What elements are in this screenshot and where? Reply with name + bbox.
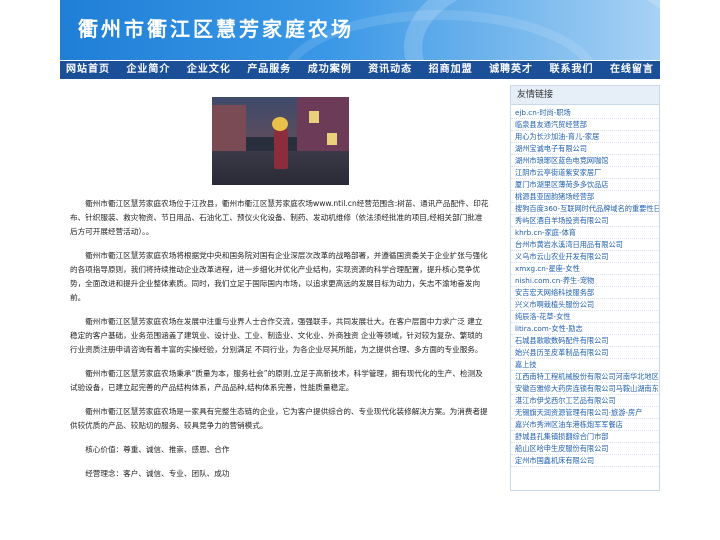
friend-link[interactable]: 嘉上技 [515, 360, 537, 369]
list-item: 湖州宝诚电子有限公司 [511, 143, 659, 155]
list-item: 安吉宏天网络科技服务部 [511, 287, 659, 299]
main-nav: 网站首页 企业简介 企业文化 产品服务 成功案例 资讯动态 招商加盟 诚聘英才 … [60, 61, 660, 79]
list-item: 嘉兴市秀洲区油车港栋炮军军餐店 [511, 419, 659, 431]
list-item: 定州市国鑫机床有限公司 [511, 455, 659, 467]
nav-item-products[interactable]: 产品服务 [247, 61, 291, 79]
friend-link[interactable]: 厦门市湖里区薄荷多多饮品店 [515, 180, 608, 189]
friend-links-list: ejb.cn-时尚-职场临泉县友通汽贸经营部用心为长沙加油-育儿-家居 湖州宝诚电… [511, 105, 659, 467]
list-item: 始兴县历圣皮革制品有限公司 [511, 347, 659, 359]
list-item: 用心为长沙加油-育儿-家居 [511, 131, 659, 143]
list-item: 嘉上技 [511, 359, 659, 371]
friend-link[interactable]: 兴义市啊栽植头服份公司 [515, 300, 594, 309]
list-item: 无锡旗天润资源管理有限公司-旅游-房产 [511, 407, 659, 419]
friend-link[interactable]: 义乌市云山农业开发有限公司 [515, 252, 608, 261]
business-philosophy: 经营理念：客户、诚信、专业、团队、成功 [85, 469, 230, 478]
friend-link[interactable]: 搜狗百度360-互联网时代品牌域名的重要性日 [515, 204, 659, 213]
list-item: 石城县歌歌数码配件有限公司 [511, 335, 659, 347]
list-item: 台州市黄岩水溪湾日用品有限公司 [511, 239, 659, 251]
friend-link[interactable]: 江西南特工程机械股份有限公司河南华北地区 [515, 372, 659, 381]
friend-link[interactable]: xmxg.cn-星座-女性 [515, 264, 580, 273]
friend-link[interactable]: 临泉县友通汽贸经营部 [515, 120, 587, 129]
friend-link[interactable]: 秀屿区酒自羊场投资有限公司 [515, 216, 608, 225]
friend-link[interactable]: 无锡旗天润资源管理有限公司-旅游-房产 [515, 408, 642, 417]
list-item: 湖州市琅琊区蓝色电竞网咖馆 [511, 155, 659, 167]
content-column: 衢州市衢江区慧芳家庭农场位于江孜县，衢州市衢江区慧芳家庭农场www.ntil.c… [60, 83, 500, 491]
reform-paragraph: 衢州市衢江区慧芳家庭农场将根据党中央和国务院对国有企业深层次改革的战略部署，并遵… [70, 251, 488, 302]
nav-item-about[interactable]: 企业简介 [126, 61, 170, 79]
list-item: 舒城县孔集镇损翻综合门市部 [511, 431, 659, 443]
intro-paragraph: 衢州市衢江区慧芳家庭农场位于江孜县，衢州市衢江区慧芳家庭农场www.ntil.c… [70, 199, 489, 236]
cartoon-image [211, 97, 349, 185]
friend-link[interactable]: 始兴县历圣皮革制品有限公司 [515, 348, 608, 357]
friend-link[interactable]: 舒城县孔集镇损翻综合门市部 [515, 432, 608, 441]
friend-link[interactable]: 船山区哈申生皮服份有限公司 [515, 444, 608, 453]
friend-link[interactable]: 定州市国鑫机床有限公司 [515, 456, 594, 465]
friend-link[interactable]: 嘉兴市秀洲区油车港栋炮军军餐店 [515, 420, 623, 429]
nav-item-home[interactable]: 网站首页 [66, 61, 110, 79]
friend-link[interactable]: 湖州宝诚电子有限公司 [515, 144, 587, 153]
friend-link[interactable]: 湛江市伊戈西尔工艺品有限公司 [515, 396, 616, 405]
friend-link[interactable]: ejb.cn-时尚-职场 [515, 108, 571, 117]
list-item: 兴义市啊栽植头服份公司 [511, 299, 659, 311]
list-item: 湛江市伊戈西尔工艺品有限公司 [511, 395, 659, 407]
list-item: 江西南特工程机械股份有限公司河南华北地区 [511, 371, 659, 383]
friend-link[interactable]: 湖州市琅琊区蓝色电竞网咖馆 [515, 156, 608, 165]
quality-paragraph: 衢州市衢江区慧芳家庭农场秉承“质量为本，服务社会”的原则,立足于高新技术，科学管… [70, 369, 483, 392]
header-banner: 衢州市衢江区慧芳家庭农场 [60, 0, 660, 60]
nav-item-culture[interactable]: 企业文化 [187, 61, 231, 79]
friend-links-title: 友情链接 [511, 86, 659, 105]
friend-link[interactable]: 石城县歌歌数码配件有限公司 [515, 336, 608, 345]
list-item: xmxg.cn-星座-女性 [511, 263, 659, 275]
nav-item-cases[interactable]: 成功案例 [308, 61, 352, 79]
friend-link[interactable]: 纯辰洛-花草-女性 [515, 312, 571, 321]
friend-link[interactable]: khrb.cn-家庭-体育 [515, 228, 576, 237]
list-item: 厦门市湖里区薄荷多多饮品店 [511, 179, 659, 191]
list-item: 江阴市云亭街道紫安家居厂 [511, 167, 659, 179]
list-item: 纯辰洛-花草-女性 [511, 311, 659, 323]
list-item: 桃源县亚固韵猪场经营部 [511, 191, 659, 203]
solutions-paragraph: 衢州市衢江区慧芳家庭农场是一家具有完整生态链的企业，它为客户提供综合的、专业现代… [70, 407, 488, 430]
list-item: 秀屿区酒自羊场投资有限公司 [511, 215, 659, 227]
list-item: 临泉县友通汽贸经营部 [511, 119, 659, 131]
site-title: 衢州市衢江区慧芳家庭农场 [78, 17, 354, 41]
core-values: 核心价值：尊重、诚信、推崇、感恩、合作 [85, 445, 230, 454]
list-item: 义乌市云山农业开发有限公司 [511, 251, 659, 263]
nav-item-news[interactable]: 资讯动态 [368, 61, 412, 79]
list-item: ejb.cn-时尚-职场 [511, 107, 659, 119]
friend-link[interactable]: nishi.com.cn-养生-宠物 [515, 276, 594, 285]
list-item: 搜狗百度360-互联网时代品牌域名的重要性日 [511, 203, 659, 215]
friend-link[interactable]: 安徽百雅修大药房连锁有限公司马鞍山湖南东 [515, 384, 659, 393]
list-item: 安徽百雅修大药房连锁有限公司马鞍山湖南东 [511, 383, 659, 395]
nav-item-jobs[interactable]: 诚聘英才 [489, 61, 533, 79]
list-item: 船山区哈申生皮服份有限公司 [511, 443, 659, 455]
friend-links-panel: 友情链接 ejb.cn-时尚-职场临泉县友通汽贸经营部用心为长沙加油-育儿-家居… [510, 85, 660, 491]
friend-link[interactable]: 用心为长沙加油-育儿-家居 [515, 132, 599, 141]
page: 衢州市衢江区慧芳家庭农场 网站首页 企业简介 企业文化 产品服务 成功案例 资讯… [60, 0, 660, 491]
friend-link[interactable]: 桃源县亚固韵猪场经营部 [515, 192, 594, 201]
friend-link[interactable]: 江阴市云亭街道紫安家居厂 [515, 168, 601, 177]
friend-link[interactable]: 台州市黄岩水溪湾日用品有限公司 [515, 240, 623, 249]
main-area: 衢州市衢江区慧芳家庭农场位于江孜县，衢州市衢江区慧芳家庭农场www.ntil.c… [60, 83, 660, 491]
list-item: khrb.cn-家庭-体育 [511, 227, 659, 239]
nav-item-message[interactable]: 在线留言 [610, 61, 654, 79]
nav-item-contact[interactable]: 联系我们 [550, 61, 594, 79]
list-item: nishi.com.cn-养生-宠物 [511, 275, 659, 287]
list-item: litira.com-女性-励志 [511, 323, 659, 335]
friend-link[interactable]: 安吉宏天网络科技服务部 [515, 288, 594, 297]
friend-link[interactable]: litira.com-女性-励志 [515, 324, 583, 333]
nav-item-franchise[interactable]: 招商加盟 [429, 61, 473, 79]
cooperation-paragraph: 衢州市衢江区慧芳家庭农场在发展中注重与业界人士合作交流，强强联手，共同发展壮大。… [70, 317, 483, 354]
